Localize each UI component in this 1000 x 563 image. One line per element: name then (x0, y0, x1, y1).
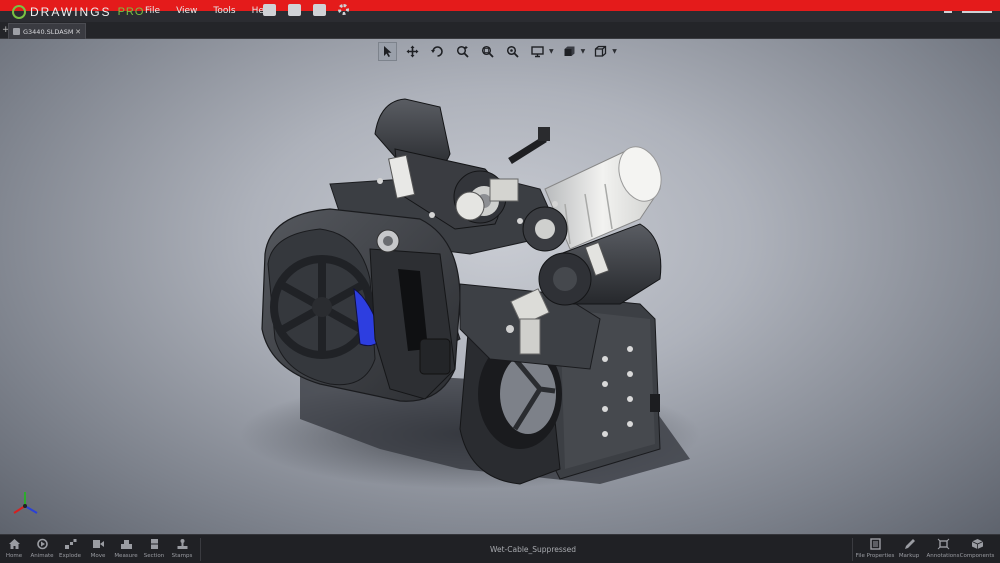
home-label: Home (5, 553, 23, 559)
stamps-icon (177, 539, 187, 549)
markup-label: Markup (898, 553, 920, 559)
file-properties-label: File Properties (855, 553, 895, 559)
measure-label: Measure (114, 553, 138, 559)
stamps-button[interactable]: Stamps (168, 535, 196, 563)
assembly-file-icon (13, 28, 20, 35)
markup-button[interactable]: Markup (892, 535, 926, 563)
components-button[interactable]: Components (960, 535, 994, 563)
components-label: Components (959, 553, 995, 559)
menu-file[interactable]: File (145, 6, 160, 16)
cad-assembly-model[interactable] (0, 39, 1000, 534)
main-menu: File View Tools Help (145, 6, 272, 16)
bottom-toolbar-left: Home Animate Explode Move Measure Sectio… (0, 535, 196, 563)
file-properties-icon (869, 538, 881, 550)
explode-button[interactable]: Explode (56, 535, 84, 563)
file-properties-button[interactable]: File Properties (855, 535, 895, 563)
document-tab[interactable]: G3440.SLDASM ✕ (8, 23, 86, 39)
measure-icon (120, 540, 132, 549)
gear-icon[interactable] (338, 4, 349, 15)
toolbar-divider (852, 538, 853, 561)
section-button[interactable]: Section (140, 535, 168, 563)
bottom-toolbar-right: File Properties Markup Annotations Compo… (855, 535, 994, 563)
section-icon (150, 539, 158, 549)
print-icon[interactable] (313, 4, 326, 16)
annotations-icon (937, 538, 949, 550)
window-controls (944, 5, 992, 13)
save-icon[interactable] (288, 4, 301, 16)
animate-icon (36, 538, 48, 550)
axis-triad-icon (13, 492, 38, 514)
stamps-label: Stamps (171, 553, 193, 559)
move-button[interactable]: Move (84, 535, 112, 563)
brand-suffix: PRO (117, 6, 145, 18)
animate-button[interactable]: Animate (28, 535, 56, 563)
menu-tools[interactable]: Tools (213, 6, 235, 16)
document-tab-label: G3440.SLDASM (23, 27, 74, 36)
home-icon (8, 539, 20, 549)
open-folder-icon[interactable] (263, 4, 276, 16)
measure-button[interactable]: Measure (112, 535, 140, 563)
brand-main: DRAWINGS (30, 5, 112, 19)
quick-toolbar (263, 4, 349, 16)
section-label: Section (143, 553, 165, 559)
explode-icon (64, 539, 76, 549)
menu-view[interactable]: View (176, 6, 197, 16)
close-icon[interactable]: ✕ (75, 28, 81, 36)
annotations-button[interactable]: Annotations (926, 535, 960, 563)
restore-icon[interactable] (962, 11, 992, 13)
home-button[interactable]: Home (0, 535, 28, 563)
toolbar-divider (200, 538, 201, 561)
bottom-toolbar: Home Animate Explode Move Measure Sectio… (0, 534, 1000, 563)
menu-bar: DRAWINGS PRO File View Tools Help (0, 0, 1000, 22)
animate-label: Animate (30, 553, 54, 559)
markup-icon (904, 539, 915, 549)
components-icon (971, 539, 983, 549)
3d-viewport[interactable]: ▼ ▼ ▼ (0, 39, 1000, 534)
document-tab-bar: + G3440.SLDASM ✕ (0, 22, 1000, 39)
move-label: Move (90, 553, 106, 559)
configuration-status: Wet-Cable_Suppressed (490, 545, 577, 554)
move-icon (92, 540, 104, 548)
brand-logo-icon (12, 5, 26, 19)
explode-label: Explode (59, 553, 81, 559)
app-brand: DRAWINGS PRO (12, 5, 144, 19)
annotations-label: Annotations (926, 553, 960, 559)
minimize-icon[interactable] (944, 11, 952, 13)
